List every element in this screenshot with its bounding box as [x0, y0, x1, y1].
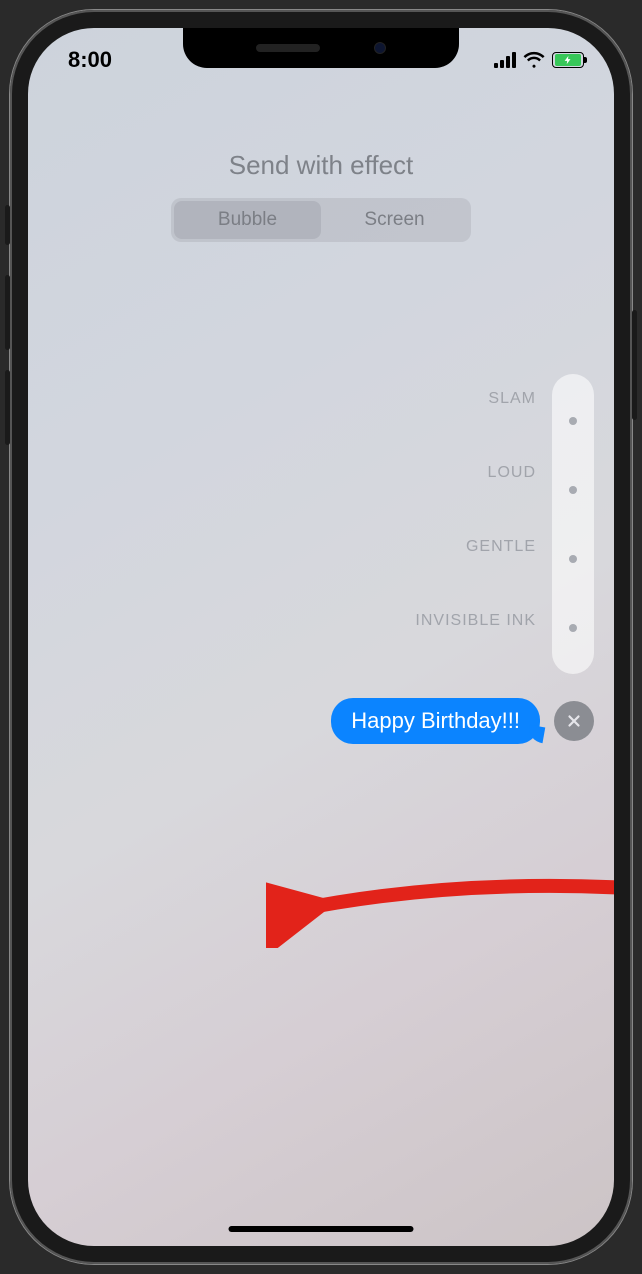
effect-option-invisible-ink[interactable]: INVISIBLE INK — [415, 612, 536, 630]
effect-option-slam[interactable]: SLAM — [488, 390, 536, 408]
effect-dot-gentle[interactable] — [569, 555, 577, 563]
mute-switch — [5, 205, 10, 245]
effect-dot-slam[interactable] — [569, 417, 577, 425]
tab-bubble[interactable]: Bubble — [174, 201, 321, 239]
volume-down-button — [5, 370, 10, 445]
battery-icon — [552, 52, 584, 68]
volume-up-button — [5, 275, 10, 350]
page-title: Send with effect — [28, 150, 614, 181]
close-icon — [565, 712, 583, 730]
effect-selector-rail[interactable] — [552, 374, 594, 674]
wifi-icon — [523, 49, 545, 71]
effect-option-gentle[interactable]: GENTLE — [466, 538, 536, 556]
screen: 8:00 Send with effect Bubble Screen S — [28, 28, 614, 1246]
speaker-grille — [256, 44, 320, 52]
cellular-signal-icon — [494, 52, 516, 68]
effect-dot-invisible-ink[interactable] — [569, 624, 577, 632]
tab-screen[interactable]: Screen — [321, 201, 468, 239]
home-indicator[interactable] — [229, 1226, 414, 1232]
front-camera — [374, 42, 386, 54]
message-preview-row: Happy Birthday!!! — [331, 698, 594, 744]
power-button — [632, 310, 637, 420]
notch — [183, 28, 459, 68]
battery-charging-icon — [555, 54, 581, 66]
effect-dot-loud[interactable] — [569, 486, 577, 494]
cancel-button[interactable] — [554, 701, 594, 741]
status-right — [494, 49, 584, 71]
status-time: 8:00 — [68, 47, 112, 73]
message-bubble: Happy Birthday!!! — [331, 698, 540, 744]
annotation-arrow-icon — [266, 858, 614, 948]
effect-type-segmented-control[interactable]: Bubble Screen — [171, 198, 471, 242]
effect-option-loud[interactable]: LOUD — [488, 464, 536, 482]
iphone-device-frame: 8:00 Send with effect Bubble Screen S — [10, 10, 632, 1264]
